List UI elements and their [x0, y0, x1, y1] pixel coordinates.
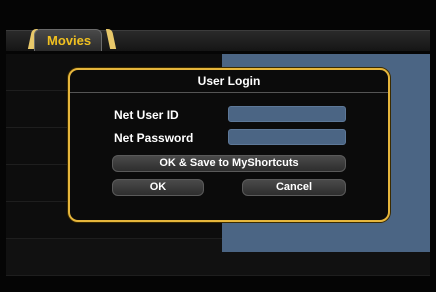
password-label: Net Password: [114, 131, 194, 145]
user-id-field[interactable]: [228, 106, 346, 122]
dialog-title: User Login: [70, 70, 388, 93]
tv-screen: Movies User Login Net User ID Net Passwo…: [0, 0, 436, 292]
tab-movies[interactable]: Movies: [34, 29, 103, 51]
cancel-button[interactable]: Cancel: [242, 179, 346, 196]
ok-save-shortcuts-button[interactable]: OK & Save to MyShortcuts: [112, 155, 346, 172]
user-login-dialog: User Login Net User ID Net Password OK &…: [68, 68, 390, 222]
password-field[interactable]: [228, 129, 346, 145]
ok-button[interactable]: OK: [112, 179, 204, 196]
user-id-label: Net User ID: [114, 108, 179, 122]
